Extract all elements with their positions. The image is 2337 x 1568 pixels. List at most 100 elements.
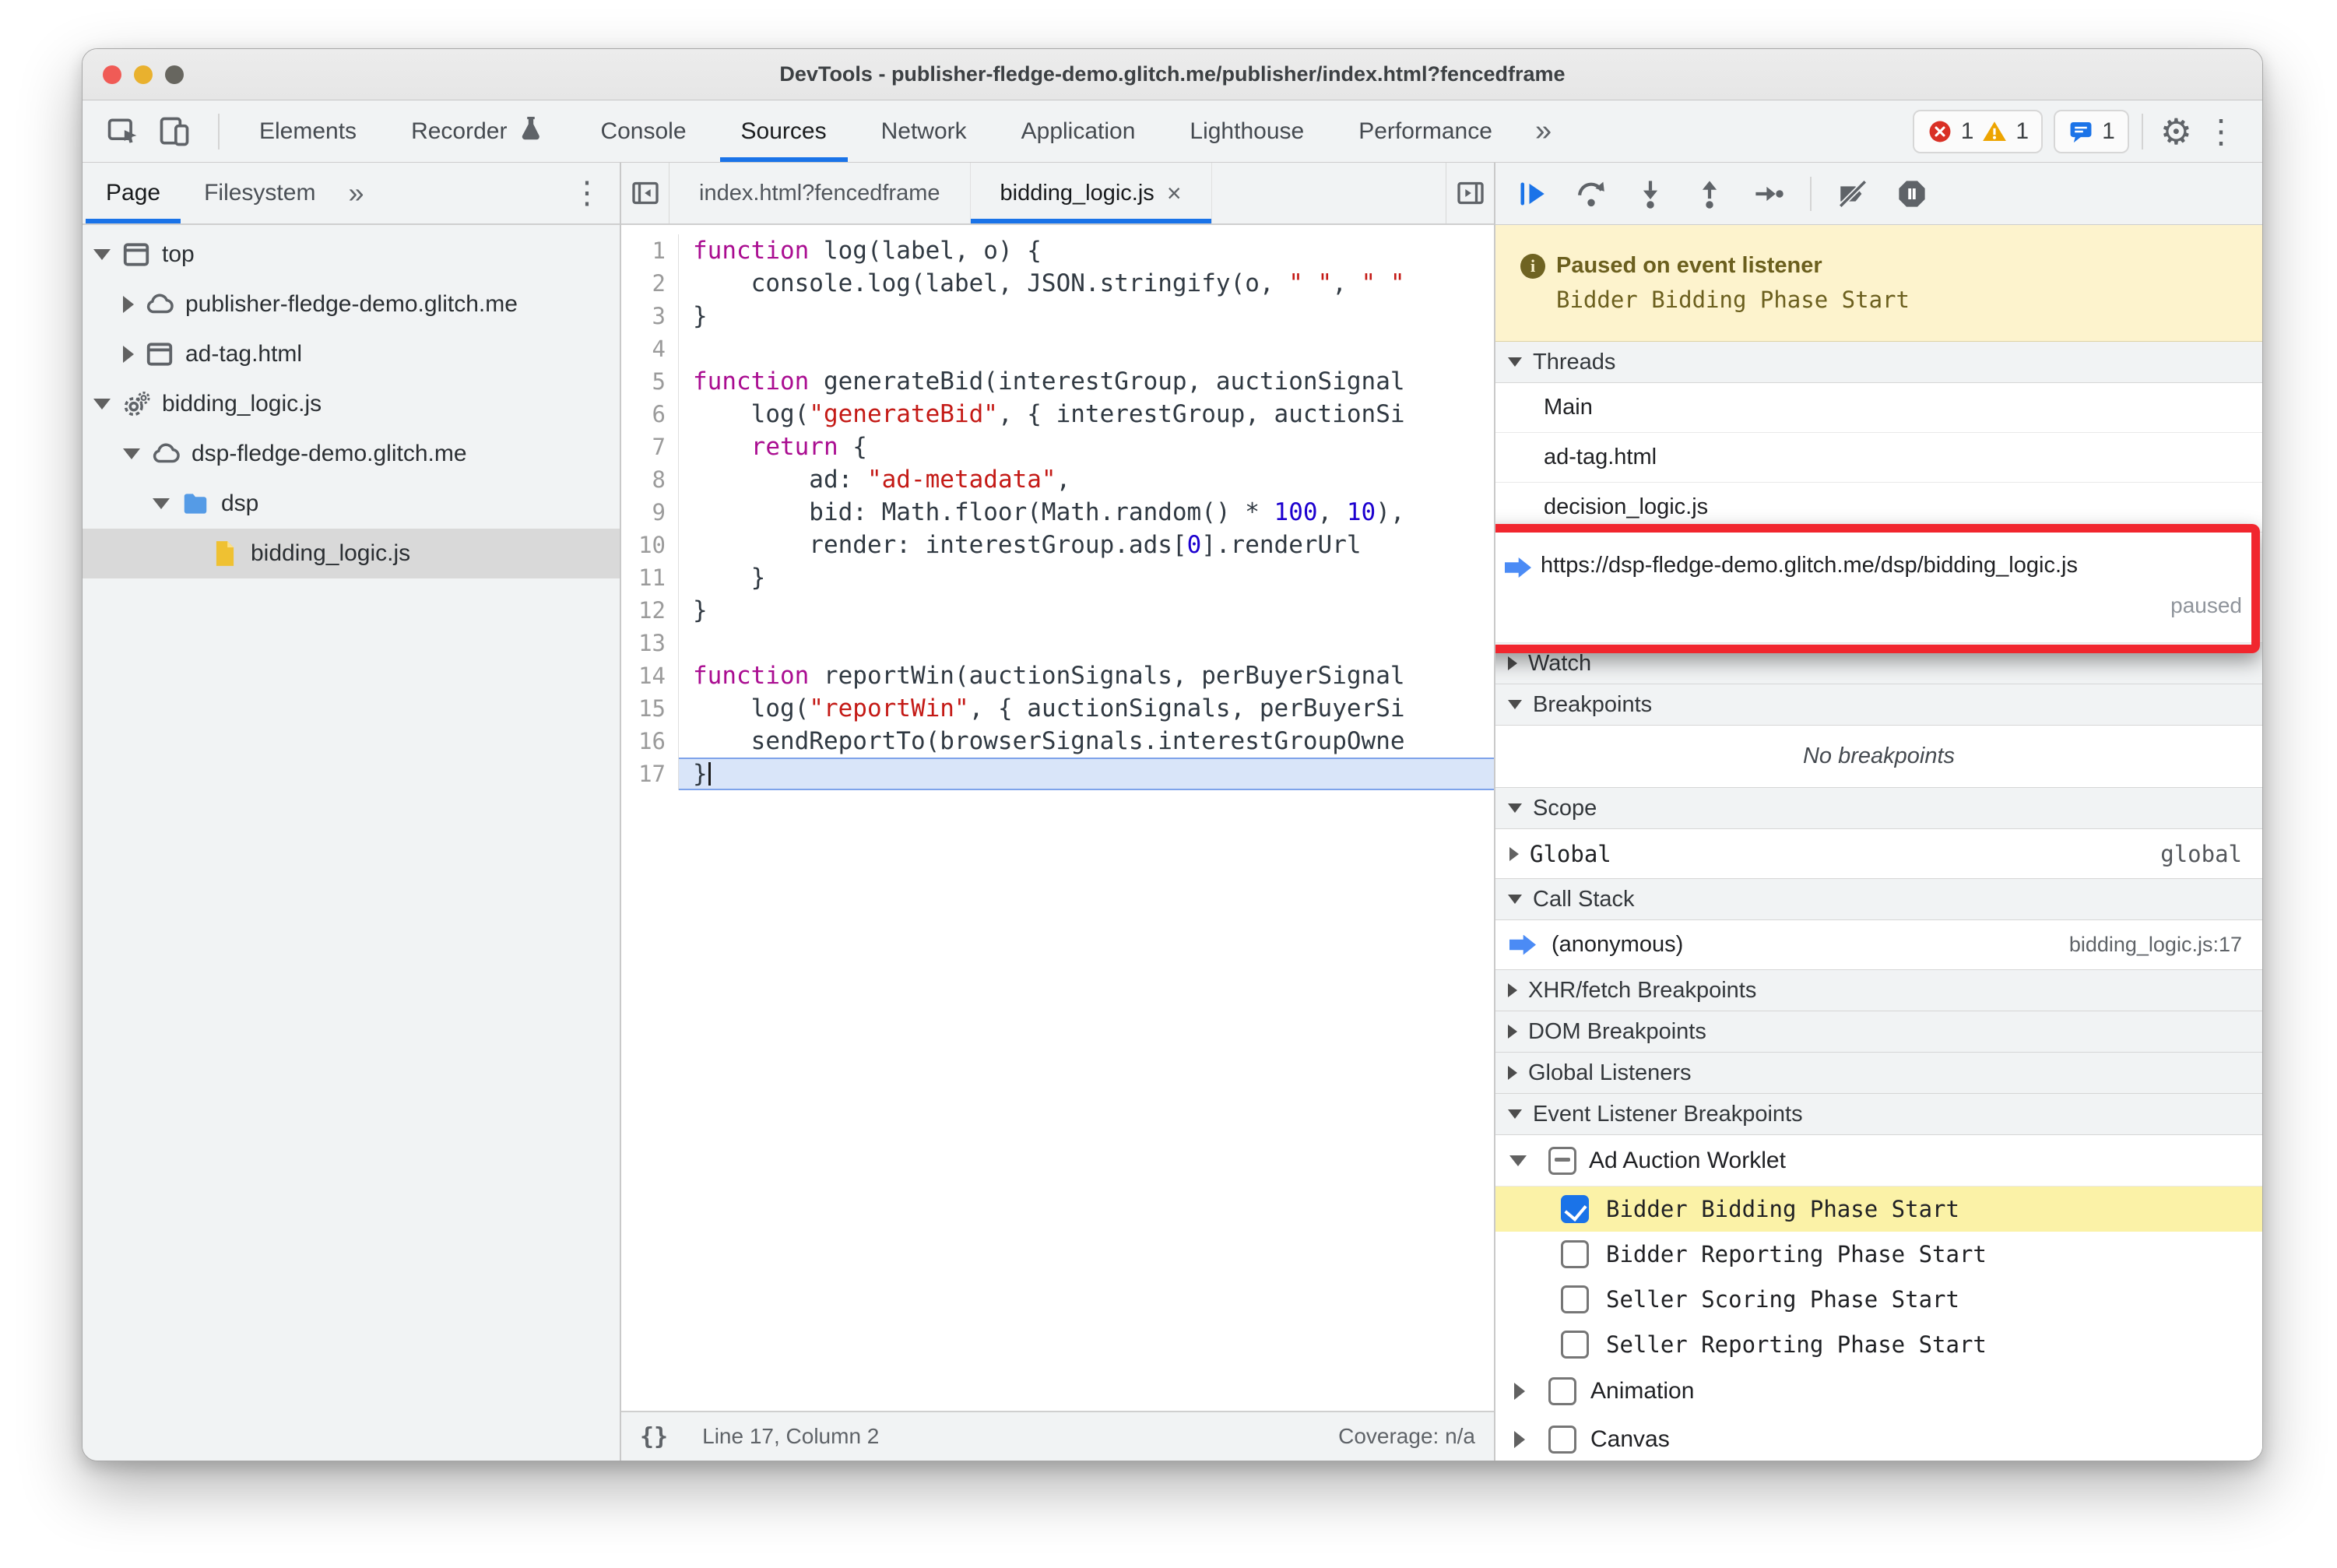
breakpoint-bidder-reporting-phase-start[interactable]: Bidder Reporting Phase Start	[1495, 1232, 2262, 1277]
settings-gear-icon[interactable]: ⚙	[2160, 114, 2192, 149]
more-panels-chevron[interactable]: »	[1535, 114, 1552, 148]
tab-network[interactable]: Network	[854, 100, 994, 162]
code-line-8[interactable]: 8 ad: "ad-metadata",	[621, 463, 1494, 496]
code-line-15[interactable]: 15 log("reportWin", { auctionSignals, pe…	[621, 692, 1494, 725]
step-button[interactable]	[1751, 176, 1787, 212]
tree-item-publisher-fledge-demo-glitch-me[interactable]: publisher-fledge-demo.glitch.me	[83, 279, 620, 329]
deactivate-breakpoints-button[interactable]	[1835, 176, 1871, 212]
code-editor[interactable]: 1 function log(label, o) {2 console.log(l…	[621, 225, 1494, 1411]
previous-panel-icon[interactable]	[621, 163, 669, 223]
code-line-17[interactable]: 17}	[621, 758, 1494, 790]
tree-item-dsp[interactable]: dsp	[83, 479, 620, 529]
section-header-xhr-fetch-breakpoints[interactable]: XHR/fetch Breakpoints	[1495, 969, 2262, 1011]
section-header-threads[interactable]: Threads	[1495, 342, 2262, 383]
breakpoint-bidder-bidding-phase-start[interactable]: Bidder Bidding Phase Start	[1495, 1187, 2262, 1232]
tree-item-bidding-logic-js[interactable]: bidding_logic.js	[83, 379, 620, 429]
code-line-13[interactable]: 13	[621, 627, 1494, 659]
disclosure-open-icon[interactable]	[153, 498, 170, 509]
disclosure-open-icon[interactable]	[93, 399, 111, 410]
message-count: 1	[2102, 118, 2115, 144]
disclosure-closed-icon[interactable]	[123, 296, 134, 313]
checkbox-unchecked[interactable]	[1548, 1377, 1576, 1405]
titlebar: DevTools - publisher-fledge-demo.glitch.…	[83, 49, 2262, 100]
section-header-global-listeners[interactable]: Global Listeners	[1495, 1052, 2262, 1094]
tree-item-dsp-fledge-demo-glitch-me[interactable]: dsp-fledge-demo.glitch.me	[83, 429, 620, 479]
more-navigator-tabs-chevron[interactable]: »	[337, 163, 374, 223]
section-header-scope[interactable]: Scope	[1495, 787, 2262, 829]
code-line-10[interactable]: 10 render: interestGroup.ads[0].renderUr…	[621, 529, 1494, 561]
checkbox-unchecked[interactable]	[1561, 1331, 1589, 1359]
pretty-print-button[interactable]: {}	[640, 1423, 668, 1450]
section-header-event-listener-breakpoints[interactable]: Event Listener Breakpoints	[1495, 1093, 2262, 1135]
code-line-14[interactable]: 14 function reportWin(auctionSignals, per…	[621, 659, 1494, 692]
code-line-6[interactable]: 6 log("generateBid", { interestGroup, au…	[621, 398, 1494, 431]
code-line-12[interactable]: 12}	[621, 594, 1494, 627]
editor-tab-index-html-fencedframe[interactable]: index.html?fencedframe	[669, 163, 971, 223]
checkbox-unchecked[interactable]	[1548, 1426, 1576, 1454]
tree-item-top[interactable]: top	[83, 230, 620, 279]
section-header-dom-breakpoints[interactable]: DOM Breakpoints	[1495, 1011, 2262, 1053]
step-into-button[interactable]	[1632, 176, 1668, 212]
debugger-sections: Threads Main ad-tag.html decision_logic.js h…	[1495, 342, 2262, 1461]
pause-on-exceptions-button[interactable]	[1894, 176, 1930, 212]
tab-lighthouse[interactable]: Lighthouse	[1162, 100, 1331, 162]
disclosure-closed-icon	[1508, 983, 1517, 997]
code-line-3[interactable]: 3}	[621, 300, 1494, 332]
navigator-tab-filesystem[interactable]: Filesystem	[182, 163, 337, 223]
device-toolbar-icon[interactable]	[154, 111, 195, 152]
messages-badge[interactable]: 1	[2054, 109, 2129, 153]
code-line-2[interactable]: 2 console.log(label, JSON.stringify(o, "…	[621, 267, 1494, 300]
tab-performance[interactable]: Performance	[1331, 100, 1520, 162]
breakpoint-group-label: Ad Auction Worklet	[1589, 1147, 1786, 1173]
tree-item-ad-tag-html[interactable]: ad-tag.html	[83, 329, 620, 379]
editor-tab-bidding-logic-js[interactable]: bidding_logic.js ×	[970, 163, 1212, 223]
code-line-5[interactable]: 5 function generateBid(interestGroup, auc…	[621, 365, 1494, 398]
code-line-1[interactable]: 1 function log(label, o) {	[621, 234, 1494, 267]
code-line-9[interactable]: 9 bid: Math.floor(Math.random() * 100, 1…	[621, 496, 1494, 529]
code-line-16[interactable]: 16 sendReportTo(browserSignals.interestG…	[621, 725, 1494, 758]
code-line-11[interactable]: 11 }	[621, 561, 1494, 594]
breakpoint-category-label: Animation	[1590, 1378, 1695, 1404]
thread-row-ad-tag-html[interactable]: ad-tag.html	[1495, 433, 2262, 483]
code-line-7[interactable]: 7 return {	[621, 431, 1494, 463]
navigator-tab-page[interactable]: Page	[84, 163, 182, 223]
disclosure-open-icon	[1508, 895, 1522, 904]
checkbox-unchecked[interactable]	[1561, 1240, 1589, 1268]
tab-elements[interactable]: Elements	[232, 100, 384, 162]
breakpoint-category-canvas[interactable]: Canvas	[1495, 1415, 2262, 1461]
tab-console[interactable]: Console	[573, 100, 713, 162]
debugger-toolbar	[1495, 163, 2262, 225]
next-tabs-icon[interactable]	[1446, 163, 1494, 223]
tab-application[interactable]: Application	[994, 100, 1163, 162]
breakpoint-group-ad-auction-worklet[interactable]: Ad Auction Worklet	[1495, 1135, 2262, 1187]
paused-thread-row[interactable]: https://dsp-fledge-demo.glitch.me/dsp/bi…	[1495, 533, 2262, 643]
checkbox-indeterminate[interactable]	[1548, 1146, 1576, 1175]
close-tab-icon[interactable]: ×	[1167, 179, 1182, 208]
section-header-call-stack[interactable]: Call Stack	[1495, 878, 2262, 920]
section-header-watch[interactable]: Watch	[1495, 642, 2262, 684]
thread-row-decision-logic-js[interactable]: decision_logic.js	[1495, 483, 2262, 533]
issues-badge[interactable]: 1 1	[1912, 109, 2044, 153]
breakpoint-seller-scoring-phase-start[interactable]: Seller Scoring Phase Start	[1495, 1277, 2262, 1322]
scope-row-global[interactable]: Global global	[1495, 829, 2262, 879]
inspect-element-icon[interactable]	[103, 111, 143, 152]
resume-button[interactable]	[1514, 176, 1550, 212]
callstack-row[interactable]: (anonymous) bidding_logic.js:17	[1495, 920, 2262, 970]
checkbox-unchecked[interactable]	[1561, 1285, 1589, 1313]
checkbox-checked[interactable]	[1561, 1195, 1589, 1223]
disclosure-open-icon[interactable]	[123, 448, 140, 459]
thread-row-main[interactable]: Main	[1495, 383, 2262, 433]
disclosure-open-icon[interactable]	[93, 249, 111, 260]
code-line-4[interactable]: 4	[621, 332, 1494, 365]
tab-recorder[interactable]: Recorder	[384, 100, 573, 162]
tree-item-bidding-logic-js[interactable]: bidding_logic.js	[83, 529, 620, 578]
navigator-kebab-menu-icon[interactable]: ⋮	[554, 163, 620, 223]
breakpoint-category-animation[interactable]: Animation	[1495, 1367, 2262, 1415]
step-over-button[interactable]	[1573, 176, 1609, 212]
kebab-menu-icon[interactable]: ⋮	[2205, 114, 2237, 148]
section-header-breakpoints[interactable]: Breakpoints	[1495, 684, 2262, 726]
breakpoint-seller-reporting-phase-start[interactable]: Seller Reporting Phase Start	[1495, 1322, 2262, 1367]
step-out-button[interactable]	[1692, 176, 1727, 212]
tab-sources[interactable]: Sources	[714, 100, 854, 162]
disclosure-closed-icon[interactable]	[123, 346, 134, 363]
